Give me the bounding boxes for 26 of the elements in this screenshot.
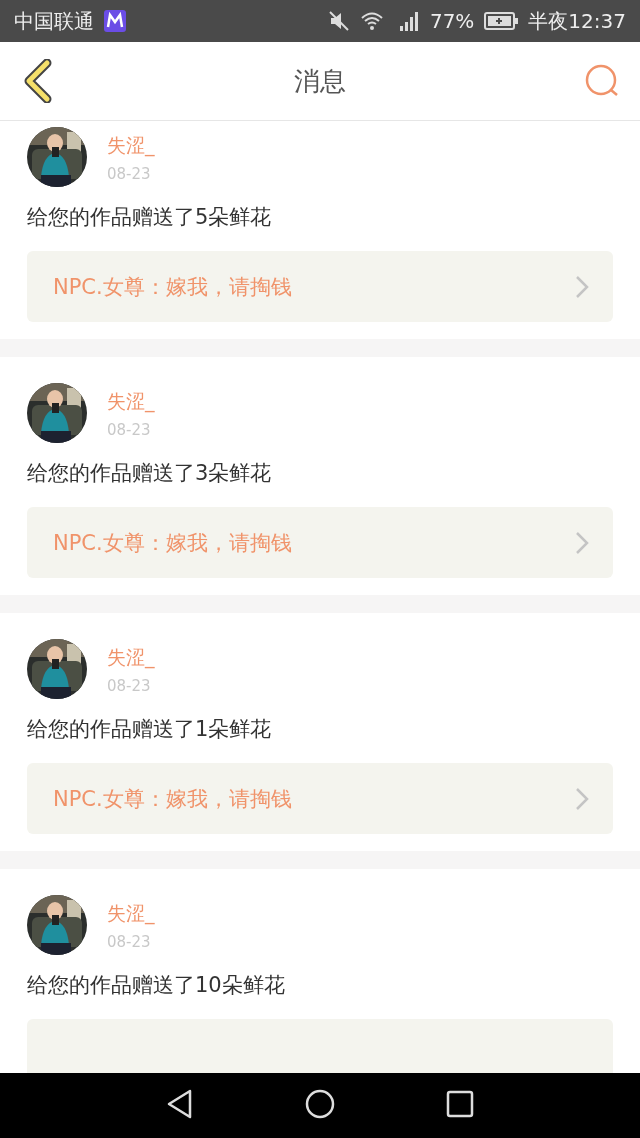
wifi-icon: [359, 11, 384, 31]
mute-icon: [327, 10, 350, 32]
avatar[interactable]: [27, 383, 87, 443]
work-link[interactable]: NPC.女尊：嫁我，请掏钱: [27, 507, 613, 578]
avatar[interactable]: [27, 127, 87, 187]
chevron-right-icon: [575, 786, 589, 811]
message-text: 给您的作品赠送了5朵鲜花: [27, 204, 273, 231]
work-link[interactable]: NPC.女尊：嫁我，请掏钱: [27, 763, 613, 834]
page-title: 消息: [294, 64, 346, 98]
chevron-right-icon: [575, 530, 589, 555]
app-logo-icon: [104, 10, 126, 32]
user-name[interactable]: 失涩_: [107, 389, 155, 415]
avatar[interactable]: [27, 639, 87, 699]
work-link[interactable]: NPC.女尊：嫁我，请掏钱: [27, 251, 613, 322]
avatar[interactable]: [27, 895, 87, 955]
user-name[interactable]: 失涩_: [107, 133, 155, 159]
user-name[interactable]: 失涩_: [107, 901, 155, 927]
clock: 半夜12:37: [528, 7, 626, 35]
message-text: 给您的作品赠送了10朵鲜花: [27, 972, 286, 999]
message-text: 给您的作品赠送了3朵鲜花: [27, 460, 273, 487]
battery-percent: 77%: [429, 9, 475, 33]
user-name[interactable]: 失涩_: [107, 645, 155, 671]
chevron-right-icon: [575, 274, 589, 299]
battery-icon: [484, 12, 519, 30]
message-text: 给您的作品赠送了1朵鲜花: [27, 716, 273, 743]
carrier-name: 中国联通: [14, 7, 94, 35]
